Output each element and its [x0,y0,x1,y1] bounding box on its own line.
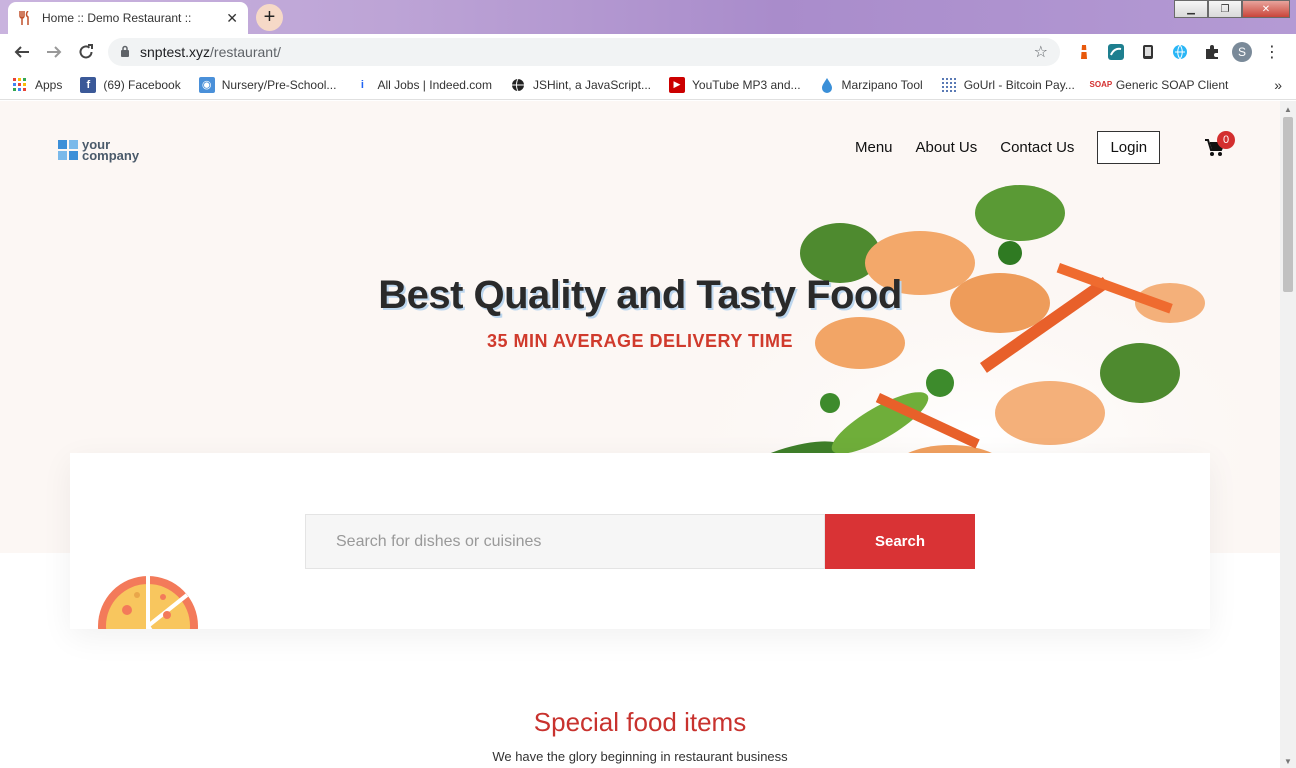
phone-extension-icon[interactable] [1136,40,1160,64]
search-button[interactable]: Search [825,514,975,569]
bookmark-label: JSHint, a JavaScript... [532,77,651,92]
logo-line2: company [82,148,140,163]
nav-menu-link[interactable]: Menu [855,139,893,156]
facebook-icon: f [80,76,97,93]
url-path: /restaurant/ [210,44,281,60]
indeed-icon: i [360,78,364,91]
search-input[interactable]: Search for dishes or cuisines [305,514,825,569]
browser-toolbar: snptest.xyz/restaurant/ ☆ S ⋮ [0,34,1296,70]
restaurant-favicon-icon [18,11,32,25]
bookmark-jshint[interactable]: JSHint, a JavaScript... [510,77,651,93]
apps-grid-icon [12,77,28,93]
lighthouse-extension-icon[interactable] [1072,40,1096,64]
bookmark-label: Marzipano Tool [841,77,923,92]
address-bar[interactable]: snptest.xyz/restaurant/ ☆ [108,38,1060,66]
web-page: your company Menu About Us Contact Us Lo… [0,101,1280,768]
chrome-menu-icon[interactable]: ⋮ [1260,40,1284,64]
nav-about-link[interactable]: About Us [916,139,978,156]
hero-subtitle: 35 MIN AVERAGE DELIVERY TIME [486,331,794,351]
wave-extension-icon[interactable] [1104,40,1128,64]
minimize-icon[interactable]: ▁ [1174,0,1208,18]
search-card: Search for dishes or cuisines Search [70,453,1210,629]
special-items-title: Special food items [533,707,747,737]
browser-titlebar: Home :: Demo Restaurant :: ✕ + ▁ ❐ ✕ [0,0,1296,34]
drop-icon [819,77,835,93]
bookmark-indeed[interactable]: i All Jobs | Indeed.com [354,77,492,93]
scroll-down-icon[interactable]: ▼ [1284,757,1292,766]
scrollbar-thumb[interactable] [1283,117,1293,292]
play-icon: ▶ [669,76,685,93]
chat-bubble-icon: ◉ [198,76,215,93]
nav-contact-link[interactable]: Contact Us [1000,139,1074,156]
bookmark-label: Nursery/Pre-School... [221,77,337,92]
new-tab-button[interactable]: + [256,4,283,31]
tab-title: Home :: Demo Restaurant :: [42,11,192,25]
bookmarks-overflow-icon[interactable]: » [1274,77,1282,93]
bookmark-label: All Jobs | Indeed.com [377,77,492,92]
bookmark-nursery[interactable]: ◉ Nursery/Pre-School... [198,76,337,93]
bookmark-gourl[interactable]: GoUrl - Bitcoin Pay... [941,77,1075,93]
pizza-icon [97,575,199,629]
special-items-subtitle: We have the glory beginning in restauran… [492,749,788,764]
restore-icon[interactable]: ❐ [1208,0,1242,18]
tab-close-icon[interactable]: ✕ [226,10,238,27]
bookmark-label: GoUrl - Bitcoin Pay... [963,77,1075,92]
logo-squares-icon [58,140,78,160]
globe-extension-icon[interactable] [1168,40,1192,64]
bookmark-youtube-mp3[interactable]: ▶ YouTube MP3 and... [669,76,801,93]
puzzle-extensions-icon[interactable] [1200,40,1224,64]
scroll-up-icon[interactable]: ▲ [1284,105,1292,114]
bookmark-marzipano[interactable]: Marzipano Tool [819,77,923,93]
site-navigation: Menu About Us Contact Us Login [855,131,1161,164]
bookmark-label: (69) Facebook [103,77,181,92]
url-host: snptest.xyz [140,44,211,60]
extensions-bar: S ⋮ [1072,40,1284,64]
bookmark-soap-client[interactable]: SOAP Generic SOAP Client [1089,77,1229,93]
globe-icon [510,77,526,93]
bookmark-apps[interactable]: Apps [12,77,62,93]
forward-arrow-icon[interactable] [38,36,70,68]
profile-avatar[interactable]: S [1232,42,1252,62]
site-logo[interactable]: your company [58,138,140,163]
bookmarks-bar: Apps f (69) Facebook ◉ Nursery/Pre-Schoo… [0,70,1296,100]
window-controls: ▁ ❐ ✕ [1174,0,1290,18]
login-button[interactable]: Login [1097,131,1161,164]
soap-icon: SOAP [1089,80,1113,89]
window-close-icon[interactable]: ✕ [1242,0,1290,18]
browser-tab[interactable]: Home :: Demo Restaurant :: ✕ [8,2,248,34]
back-arrow-icon[interactable] [6,36,38,68]
grid-icon [941,77,957,93]
lock-icon [120,45,130,60]
page-scrollbar[interactable]: ▲ ▼ [1280,101,1296,768]
bookmark-facebook[interactable]: f (69) Facebook [80,76,181,93]
cart-button[interactable]: 0 [1205,131,1235,162]
reload-icon[interactable] [70,36,102,68]
cart-count-badge: 0 [1217,131,1235,149]
bookmark-label: YouTube MP3 and... [692,77,801,92]
bookmark-label: Apps [35,77,63,92]
bookmark-star-icon[interactable]: ☆ [1034,42,1048,62]
hero-title: Best Quality and Tasty Food [378,273,902,317]
bookmark-label: Generic SOAP Client [1115,77,1229,92]
